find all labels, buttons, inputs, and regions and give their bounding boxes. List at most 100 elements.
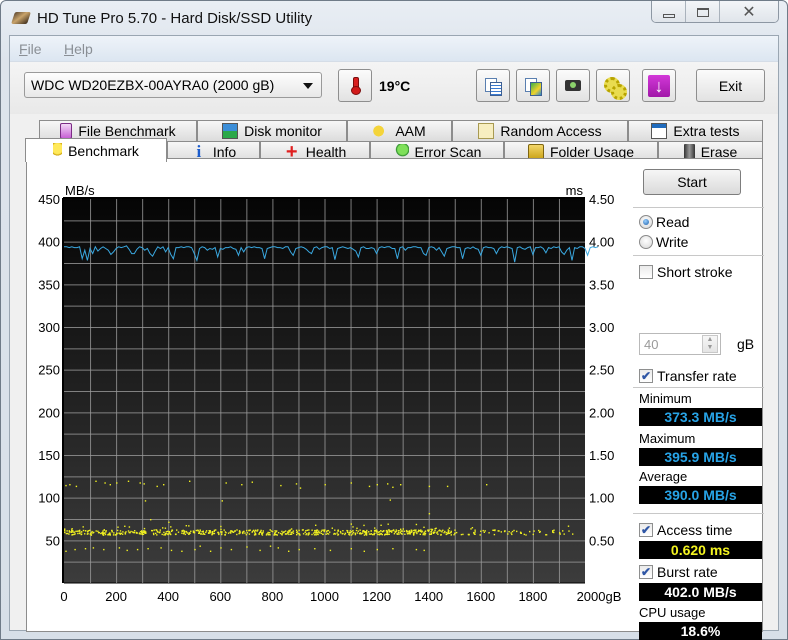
short-stroke-unit: gB (737, 336, 755, 352)
access-time-point (545, 534, 547, 536)
options-button[interactable] (596, 69, 630, 102)
access-time-point (572, 533, 574, 535)
tab-aam[interactable]: AAM (347, 120, 452, 141)
minimize-button[interactable] (652, 1, 686, 22)
access-time-point (66, 532, 69, 535)
tab-label: Extra tests (673, 123, 740, 139)
temperature-button[interactable] (338, 69, 372, 102)
access-time-point (103, 532, 105, 534)
access-time-point (255, 529, 257, 531)
tab-random-access[interactable]: Random Access (452, 120, 628, 141)
tab-disk-monitor[interactable]: Disk monitor (197, 120, 347, 141)
access-time-point (358, 532, 361, 534)
write-radio[interactable]: Write (639, 234, 688, 250)
copy-screenshot-button[interactable] (516, 69, 550, 102)
access-time-point (116, 532, 118, 534)
screenshot-button[interactable] (556, 69, 590, 102)
y-tick-label-left: 150 (38, 448, 60, 463)
menu-file[interactable]: File (19, 41, 42, 57)
access-time-point (382, 530, 384, 533)
copy-text-button[interactable] (476, 69, 510, 102)
access-time-point (503, 530, 506, 533)
access-time-point (434, 531, 436, 533)
menu-file-accel: F (19, 41, 28, 57)
access-time-point (368, 531, 370, 533)
access-time-point (126, 549, 128, 552)
access-time-point (559, 533, 561, 535)
divider (633, 387, 764, 388)
y-tick-label-right: 0.50 (589, 533, 614, 548)
access-time-point (448, 527, 451, 529)
access-time-point (163, 531, 165, 534)
close-button[interactable]: ✕ (720, 1, 778, 22)
access-time-point (207, 532, 210, 534)
access-time-point (403, 530, 406, 532)
access-time-point (109, 484, 111, 486)
access-time-point (156, 534, 158, 536)
short-stroke-checkbox[interactable]: Short stroke (639, 264, 732, 280)
access-time-point (376, 484, 378, 486)
access-time-point (260, 529, 262, 532)
access-time-point (296, 534, 298, 536)
access-time-point (331, 527, 333, 529)
drive-select[interactable]: WDC WD20EZBX-00AYRA0 (2000 gB) (24, 72, 322, 98)
maximize-button[interactable] (686, 1, 720, 22)
access-time-point (134, 530, 136, 532)
access-time-point (400, 528, 402, 530)
access-time-point (348, 534, 351, 536)
access-time-point (448, 532, 450, 534)
chart-svg: 0 200 400 600 800 1000 1200 1400 1600 1800 2000gB 5… (38, 183, 621, 604)
access-time-point (329, 531, 331, 533)
access-time-point (314, 531, 316, 533)
exit-button[interactable]: Exit (696, 69, 765, 102)
y-tick-label-right: 2.00 (589, 405, 614, 420)
write-label: Write (656, 234, 689, 250)
access-time-point (363, 534, 366, 536)
access-time-point (290, 531, 293, 534)
spin-arrows-icon[interactable]: ▲ ▼ (702, 335, 718, 353)
access-time-point (344, 532, 347, 534)
access-time-point (447, 531, 449, 533)
short-stroke-input[interactable]: 40 ▲ ▼ (639, 333, 721, 355)
access-time-point (276, 534, 278, 536)
access-time-point (251, 481, 253, 483)
y-tick-label-left: 100 (38, 491, 60, 506)
start-button[interactable]: Start (643, 169, 741, 195)
access-time-point (346, 530, 349, 532)
access-time-point (308, 529, 310, 531)
transfer-rate-checkbox[interactable]: ✔ Transfer rate (639, 368, 737, 384)
access-time-point (337, 529, 339, 531)
tab-benchmark[interactable]: Benchmark (25, 138, 167, 162)
save-button[interactable]: ↓ (642, 69, 676, 102)
access-time-point (416, 532, 418, 535)
tab-extra-tests[interactable]: Extra tests (628, 120, 763, 141)
short-stroke-label: Short stroke (657, 264, 733, 280)
access-time-point (221, 500, 223, 502)
thermometer-icon (351, 76, 361, 95)
checkbox-unchecked-icon (639, 265, 653, 279)
access-time-point (482, 529, 484, 532)
access-time-point (298, 529, 300, 532)
access-time-checkbox[interactable]: ✔ Access time (639, 522, 732, 538)
access-time-point (450, 530, 452, 533)
tab-label: Benchmark (68, 142, 139, 159)
x-tick-label: 800 (262, 589, 284, 604)
access-time-point (136, 548, 139, 551)
cpu-usage-value: 18.6% (639, 622, 762, 640)
access-time-point (329, 549, 332, 552)
access-time-point (271, 530, 274, 533)
read-radio[interactable]: Read (639, 214, 689, 230)
access-time-point (195, 529, 197, 532)
access-time-point (424, 530, 427, 532)
access-time-point (257, 529, 259, 531)
access-time-point (373, 533, 375, 536)
access-time-point (359, 529, 361, 531)
access-time-point (93, 531, 95, 534)
access-time-point (141, 533, 144, 536)
burst-rate-checkbox[interactable]: ✔ Burst rate (639, 564, 718, 580)
x-tick-label: 400 (157, 589, 179, 604)
access-time-point (363, 550, 365, 552)
access-time-point (84, 548, 87, 550)
access-time-point (103, 529, 105, 531)
menu-help[interactable]: Help (64, 41, 93, 57)
